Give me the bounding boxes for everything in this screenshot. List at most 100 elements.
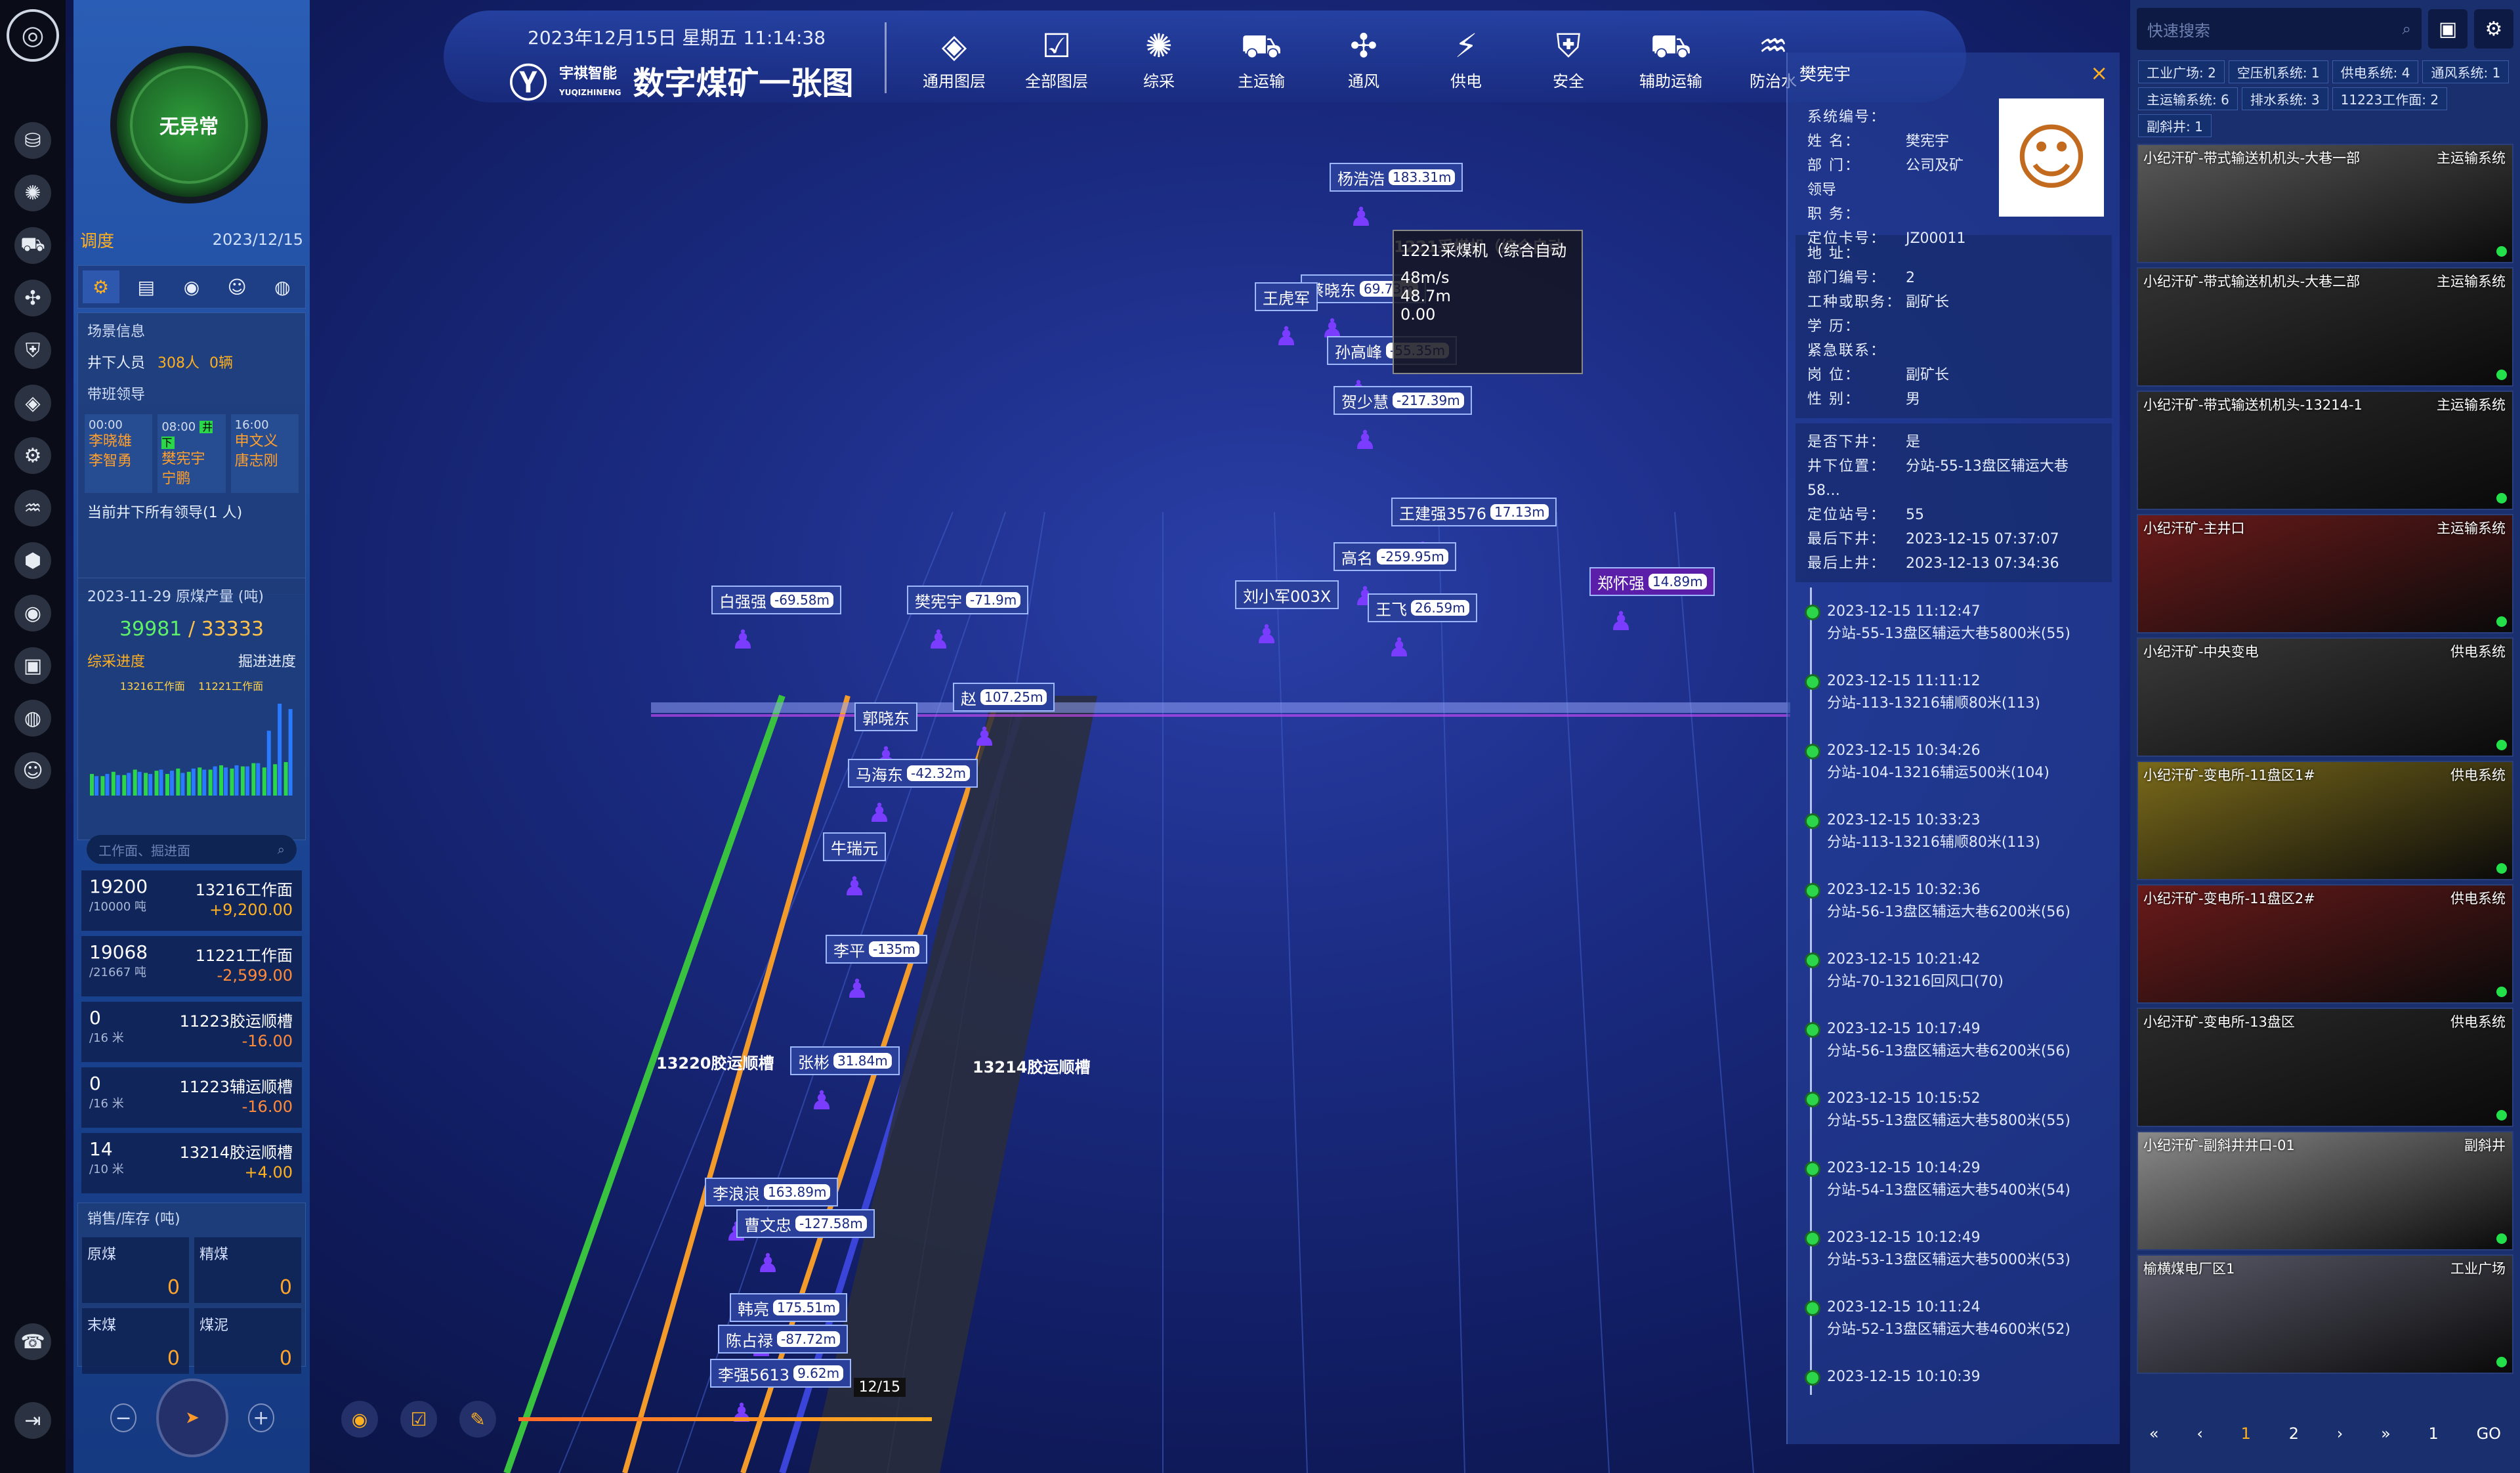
logout-icon[interactable]: ⇥ xyxy=(14,1402,51,1439)
play-icon[interactable]: ◉ xyxy=(341,1401,378,1438)
time-slider[interactable]: 12/15 xyxy=(518,1378,932,1421)
person-marker-icon[interactable]: ♟ xyxy=(868,798,891,828)
last-page-button[interactable]: » xyxy=(2381,1424,2391,1443)
mine-3d-scene[interactable]: 杨浩浩183.31m♟蔡晓东69.73m♟王虎军♟孙高峰-55.35m♟贺少慧-… xyxy=(310,105,1790,1473)
shearer-icon[interactable]: ✺ xyxy=(14,175,51,211)
person-label[interactable]: 王飞 26.59m xyxy=(1368,593,1477,622)
menu-item-0[interactable]: ◈ 通用图层 xyxy=(903,24,1005,91)
box-icon[interactable]: ⬢ xyxy=(14,542,51,579)
tab-people[interactable]: ☺ xyxy=(219,270,255,303)
menu-item-4[interactable]: ✣ 通风 xyxy=(1312,24,1415,91)
progress-right[interactable]: 掘进进度 xyxy=(238,650,296,671)
globe-icon[interactable]: ◍ xyxy=(14,700,51,736)
timeline-event[interactable]: 2023-12-15 10:34:26 分站-104-13216辅运500米(10… xyxy=(1805,740,2120,809)
timeline-event[interactable]: 2023-12-15 10:17:49 分站-56-13盘区辅运大巷6200米(5… xyxy=(1805,1018,2120,1088)
page-2[interactable]: 2 xyxy=(2289,1424,2299,1443)
timeline-event[interactable]: 2023-12-15 10:12:49 分站-53-13盘区辅运大巷5000米(5… xyxy=(1805,1227,2120,1296)
tab-table[interactable]: ▤ xyxy=(128,270,165,303)
menu-item-2[interactable]: ✺ 综采 xyxy=(1108,24,1210,91)
workface-search[interactable]: 工作面、掘进面 ⌕ xyxy=(87,835,297,864)
person-label[interactable]: 白强强 -69.58m xyxy=(711,586,841,614)
zoom-out-button[interactable]: − xyxy=(110,1403,137,1432)
menu-item-3[interactable]: ⛟ 主运输 xyxy=(1210,24,1312,91)
person-marker-icon[interactable]: ♟ xyxy=(845,974,869,1004)
folder-icon[interactable]: ▣ xyxy=(14,647,51,684)
menu-item-5[interactable]: ⚡ 供电 xyxy=(1415,24,1517,91)
workface-item[interactable]: 19200/10000 吨 13216工作面 +9,200.00 xyxy=(81,870,302,931)
camera-tag[interactable]: 11223工作面: 2 xyxy=(2332,87,2448,110)
close-icon[interactable]: × xyxy=(2090,60,2108,85)
timeline-event[interactable]: 2023-12-15 10:15:52 分站-55-13盘区辅运大巷5800米(5… xyxy=(1805,1088,2120,1157)
tab-camera[interactable]: ◉ xyxy=(173,270,210,303)
search-icon[interactable]: ⌕ xyxy=(278,842,285,857)
ruler-icon[interactable]: ✎ xyxy=(459,1401,496,1438)
phone-icon[interactable]: ☎ xyxy=(14,1323,51,1360)
camera-search-input[interactable]: 快速搜索 ⌕ xyxy=(2137,8,2422,50)
camera-tag[interactable]: 副斜井: 1 xyxy=(2138,114,2212,137)
camera-tag[interactable]: 空压机系统: 1 xyxy=(2228,60,2328,83)
fan-icon[interactable]: ✣ xyxy=(14,280,51,316)
progress-left[interactable]: 综采进度 xyxy=(87,650,145,671)
camera-tile[interactable]: 小纪汗矿-变电所-11盘区1# 供电系统 xyxy=(2137,761,2513,880)
workface-item[interactable]: 19068/21667 吨 11221工作面 -2,599.00 xyxy=(81,936,302,996)
camera-tag[interactable]: 排水系统: 3 xyxy=(2241,87,2328,110)
map-icon[interactable]: ◈ xyxy=(14,385,51,421)
timeline-event[interactable]: 2023-12-15 11:12:47 分站-55-13盘区辅运大巷5800米(5… xyxy=(1805,601,2120,670)
next-page-button[interactable]: › xyxy=(2337,1424,2343,1443)
person-marker-icon[interactable]: ♟ xyxy=(1353,425,1377,456)
timeline-event[interactable]: 2023-12-15 10:11:24 分站-52-13盘区辅运大巷4600米(5… xyxy=(1805,1296,2120,1366)
prev-page-button[interactable]: ‹ xyxy=(2196,1424,2203,1443)
camera-tag[interactable]: 供电系统: 4 xyxy=(2332,60,2419,83)
user-icon[interactable]: ☺ xyxy=(14,752,51,789)
shield-icon[interactable]: ⛨ xyxy=(14,332,51,369)
tab-globe[interactable]: ◍ xyxy=(264,270,301,303)
person-label[interactable]: 陈占禄 -87.72m xyxy=(718,1325,848,1354)
person-marker-icon[interactable]: ♟ xyxy=(810,1086,833,1116)
person-label[interactable]: 李强5613 9.62m xyxy=(710,1359,852,1388)
menu-item-7[interactable]: ⛟ 辅助运输 xyxy=(1620,24,1722,91)
timeline-event[interactable]: 2023-12-15 10:33:23 分站-113-13216辅顺80米(113… xyxy=(1805,809,2120,879)
first-page-button[interactable]: « xyxy=(2149,1424,2159,1443)
person-label[interactable]: 赵 107.25m xyxy=(953,683,1055,712)
person-marker-icon[interactable]: ♟ xyxy=(843,872,866,902)
person-label[interactable]: 杨浩浩 183.31m xyxy=(1330,163,1463,192)
person-label[interactable]: 牛瑞元 xyxy=(823,832,886,861)
person-label[interactable]: 张彬 31.84m xyxy=(790,1046,900,1075)
person-marker-icon[interactable]: ♟ xyxy=(756,1249,780,1279)
dispatch-icon[interactable]: ⛁ xyxy=(14,122,51,159)
camera-tile[interactable]: 小纪汗矿-变电所-11盘区2# 供电系统 xyxy=(2137,884,2513,1004)
person-marker-icon[interactable]: ♟ xyxy=(1349,202,1373,232)
person-label[interactable]: 马海东 -42.32m xyxy=(848,759,978,788)
camera-tile[interactable]: 小纪汗矿-中央变电 供电系统 xyxy=(2137,637,2513,757)
person-marker-icon[interactable]: ♟ xyxy=(973,722,996,752)
person-label[interactable]: 曹文忠 -127.58m xyxy=(736,1209,875,1238)
menu-item-1[interactable]: ☑ 全部图层 xyxy=(1005,24,1108,91)
go-button[interactable]: GO xyxy=(2477,1424,2502,1443)
camera-tile[interactable]: 榆横煤电厂区1 工业广场 xyxy=(2137,1254,2513,1374)
camera-tile[interactable]: 小纪汗矿-变电所-13盘区 供电系统 xyxy=(2137,1008,2513,1127)
checkbox-icon[interactable]: ☑ xyxy=(400,1401,437,1438)
person-marker-icon[interactable]: ♟ xyxy=(1274,322,1298,352)
app-logo-icon[interactable]: ◎ xyxy=(7,9,59,62)
person-label[interactable]: 樊宪宇 -71.9m xyxy=(907,586,1029,614)
camera-tile[interactable]: 小纪汗矿-带式输送机机头-13214-1 主运输系统 xyxy=(2137,391,2513,510)
person-marker-icon[interactable]: ♟ xyxy=(1609,607,1633,637)
person-label[interactable]: 韩亮 175.51m xyxy=(730,1293,848,1322)
water-icon[interactable]: ♒ xyxy=(14,490,51,526)
person-marker-icon[interactable]: ♟ xyxy=(731,625,755,655)
workface-item[interactable]: 0/16 米 11223胶运顺槽 -16.00 xyxy=(81,1002,302,1062)
conveyor-icon[interactable]: ⛟ xyxy=(14,227,51,264)
timeline-event[interactable]: 2023-12-15 11:11:12 分站-113-13216辅顺80米(113… xyxy=(1805,670,2120,740)
search-icon[interactable]: ⌕ xyxy=(2403,20,2411,38)
shearer-popup[interactable]: 1221采煤机（综合自动 48m/s 48.7m 0.00 xyxy=(1393,230,1583,374)
tab-scene[interactable]: ⚙ xyxy=(82,270,119,303)
page-jump-input[interactable]: 1 xyxy=(2429,1424,2439,1443)
camera-tile[interactable]: 小纪汗矿-带式输送机机头-大巷一部 主运输系统 xyxy=(2137,144,2513,263)
person-label[interactable]: 李浪浪 163.89m xyxy=(705,1178,839,1206)
timeline-event[interactable]: 2023-12-15 10:10:39 xyxy=(1805,1366,2120,1436)
target-icon[interactable]: ◉ xyxy=(14,595,51,631)
person-marker-icon[interactable]: ♟ xyxy=(927,625,950,655)
person-marker-icon[interactable]: ♟ xyxy=(1387,633,1411,663)
workface-item[interactable]: 14/10 米 13214胶运顺槽 +4.00 xyxy=(81,1133,302,1193)
camera-icon[interactable]: ▣ xyxy=(2428,9,2468,49)
